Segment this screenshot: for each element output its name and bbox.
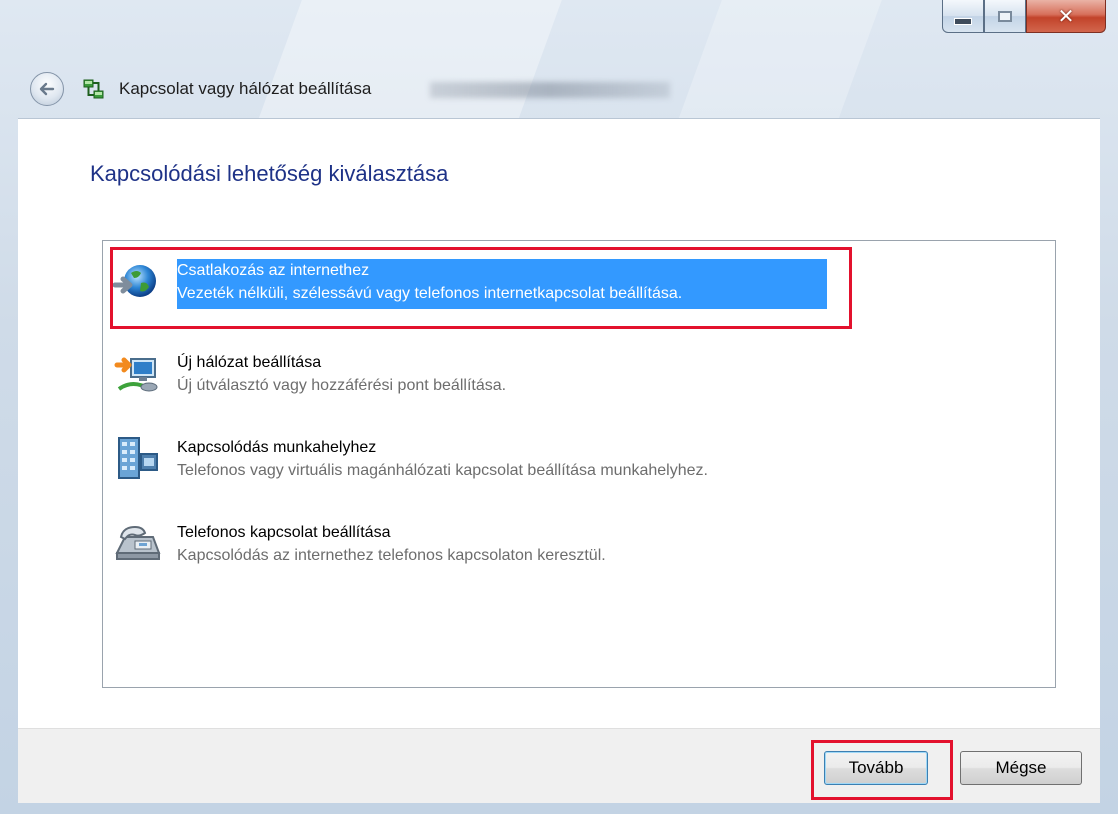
option-description: Vezeték nélküli, szélessávú vagy telefon… bbox=[177, 285, 683, 302]
option-text: Kapcsolódás munkahelyhez Telefonos vagy … bbox=[177, 436, 708, 482]
option-title: Telefonos kapcsolat beállítása bbox=[177, 524, 391, 541]
option-text: Új hálózat beállítása Új útválasztó vagy… bbox=[177, 351, 506, 397]
option-description: Kapcsolódás az internethez telefonos kap… bbox=[177, 547, 606, 564]
connection-options-list[interactable]: Csatlakozás az internethez Vezeték nélkü… bbox=[102, 240, 1056, 688]
option-connect-internet[interactable]: Csatlakozás az internethez Vezeték nélkü… bbox=[103, 251, 1055, 311]
caption-buttons: ✕ bbox=[942, 0, 1106, 34]
option-title: Új hálózat beállítása bbox=[177, 354, 322, 371]
network-setup-icon bbox=[114, 357, 158, 392]
dialog-footer: Tovább Mégse bbox=[18, 728, 1100, 803]
option-description: Új útválasztó vagy hozzáférési pont beál… bbox=[177, 377, 507, 394]
option-text: Telefonos kapcsolat beállítása Kapcsolód… bbox=[177, 521, 606, 567]
maximize-button[interactable] bbox=[984, 0, 1026, 33]
workplace-building-icon bbox=[118, 437, 158, 479]
option-text: Csatlakozás az internethez Vezeték nélkü… bbox=[177, 259, 682, 305]
next-button[interactable]: Tovább bbox=[824, 751, 928, 785]
option-new-network[interactable]: Új hálózat beállítása Új útválasztó vagy… bbox=[103, 341, 1055, 401]
telephone-icon bbox=[115, 525, 161, 560]
minimize-button[interactable] bbox=[942, 0, 984, 33]
option-workplace[interactable]: Kapcsolódás munkahelyhez Telefonos vagy … bbox=[103, 426, 1055, 486]
option-description: Telefonos vagy virtuális magánhálózati k… bbox=[177, 462, 708, 479]
page-heading: Kapcsolódási lehetőség kiválasztása bbox=[90, 161, 449, 186]
maximize-icon bbox=[998, 10, 1012, 22]
option-title: Kapcsolódás munkahelyhez bbox=[177, 439, 377, 456]
option-dialup[interactable]: Telefonos kapcsolat beállítása Kapcsolód… bbox=[103, 511, 1055, 571]
close-icon: ✕ bbox=[1057, 4, 1075, 28]
option-title: Csatlakozás az internethez bbox=[177, 262, 370, 279]
globe-icon bbox=[113, 265, 156, 297]
back-arrow-icon bbox=[39, 82, 55, 96]
blurred-address-text bbox=[430, 82, 670, 98]
window-title: Kapcsolat vagy hálózat beállítása bbox=[119, 79, 372, 98]
close-button[interactable]: ✕ bbox=[1026, 0, 1106, 33]
content-area: Kapcsolódási lehetőség kiválasztása Csat… bbox=[18, 118, 1100, 729]
back-button[interactable] bbox=[30, 72, 64, 106]
cancel-button[interactable]: Mégse bbox=[960, 751, 1082, 785]
network-connection-icon bbox=[83, 79, 104, 99]
minimize-icon bbox=[954, 17, 972, 25]
